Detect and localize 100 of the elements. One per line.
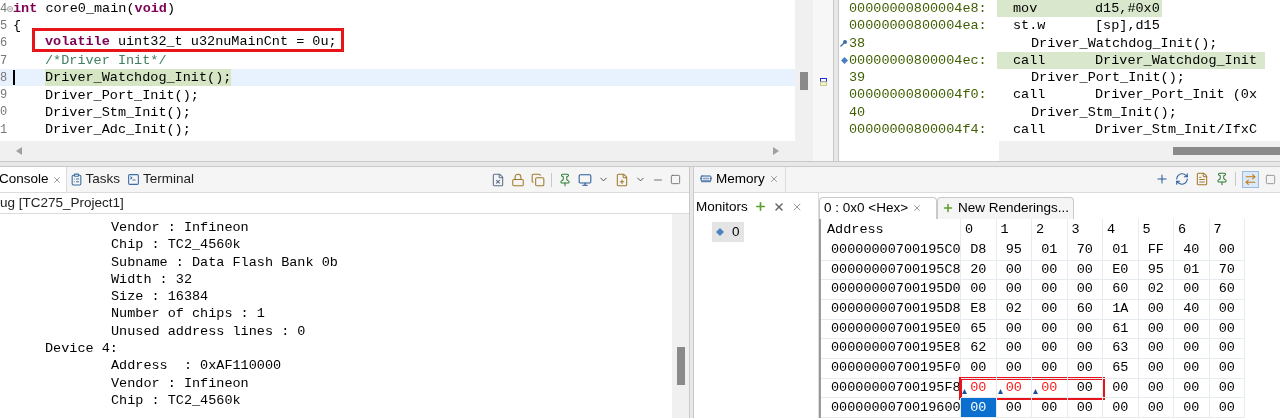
close-icon[interactable] bbox=[912, 203, 923, 214]
hex-cell[interactable]: 00 bbox=[1067, 358, 1103, 379]
hex-cell[interactable]: 1A bbox=[1103, 299, 1139, 320]
hex-cell[interactable]: 00 bbox=[1032, 398, 1068, 418]
clear-console-icon[interactable] bbox=[491, 172, 505, 187]
hex-cell[interactable]: 00 bbox=[996, 319, 1032, 340]
hex-cell[interactable]: E0 bbox=[1103, 260, 1139, 281]
new-console-icon[interactable] bbox=[615, 172, 629, 187]
hex-cell[interactable]: 00 bbox=[1209, 378, 1245, 399]
close-icon[interactable] bbox=[51, 174, 62, 185]
copy-icon[interactable] bbox=[531, 172, 545, 187]
add-icon[interactable] bbox=[753, 200, 767, 214]
hex-cell[interactable]: 60 bbox=[1209, 280, 1245, 300]
hex-cell[interactable]: 00 bbox=[961, 280, 997, 300]
hex-cell[interactable]: 00 bbox=[961, 398, 997, 418]
hex-cell[interactable]: 01 bbox=[1103, 240, 1139, 261]
hex-cell[interactable]: 00 bbox=[1103, 398, 1139, 418]
fold-icon[interactable] bbox=[7, 5, 13, 12]
hex-cell[interactable]: D8 bbox=[961, 240, 997, 261]
hex-cell[interactable]: 00 bbox=[1032, 358, 1068, 379]
hex-cell[interactable]: 00 bbox=[1032, 299, 1068, 320]
hex-cell[interactable]: 00 bbox=[1209, 358, 1245, 379]
hex-cell[interactable]: 00 bbox=[1032, 339, 1068, 359]
hex-cell[interactable]: 65 bbox=[961, 319, 997, 340]
horizontal-scrollbar[interactable] bbox=[0, 141, 795, 161]
maximize-icon[interactable] bbox=[670, 174, 681, 185]
scroll-left-icon[interactable] bbox=[16, 147, 22, 155]
view-tab[interactable]: Console bbox=[0, 167, 67, 192]
hex-cell[interactable]: 00 bbox=[961, 358, 997, 379]
hex-cell[interactable]: 95 bbox=[996, 240, 1032, 261]
hex-cell[interactable]: 00 bbox=[996, 358, 1032, 379]
rendering-tab[interactable]: 0 : 0x0 <Hex> bbox=[819, 196, 938, 219]
hex-cell[interactable]: 00 bbox=[1138, 339, 1174, 359]
hex-cell[interactable]: 00 bbox=[1067, 378, 1103, 399]
hex-cell[interactable]: 00 bbox=[1209, 339, 1245, 359]
overview-marker-icon[interactable] bbox=[819, 78, 827, 86]
horizontal-scrollbar[interactable] bbox=[999, 141, 1280, 161]
hex-cell[interactable]: 60 bbox=[1103, 280, 1139, 300]
hex-cell[interactable]: 00 bbox=[1209, 299, 1245, 320]
add-icon[interactable] bbox=[1155, 172, 1169, 187]
hex-cell[interactable]: 00 bbox=[1138, 299, 1174, 320]
hex-cell[interactable]: 70 bbox=[1209, 260, 1245, 281]
hex-cell[interactable]: 02 bbox=[996, 299, 1032, 320]
hex-cell[interactable]: 40 bbox=[1174, 299, 1210, 320]
hex-cell[interactable]: 20 bbox=[961, 260, 997, 281]
hex-cell[interactable]: FF bbox=[1138, 240, 1174, 261]
vertical-scrollbar[interactable] bbox=[672, 214, 689, 418]
scroll-right-icon[interactable] bbox=[773, 147, 779, 155]
hex-cell[interactable]: 00 bbox=[996, 339, 1032, 359]
hex-cell[interactable]: 00 bbox=[1103, 378, 1139, 399]
vertical-scrollbar[interactable] bbox=[795, 0, 813, 161]
hex-cell[interactable]: 60 bbox=[1067, 299, 1103, 320]
hex-cell[interactable]: 00 bbox=[1209, 319, 1245, 340]
hex-cell[interactable]: 00 bbox=[996, 378, 1032, 399]
hex-cell[interactable]: 00 bbox=[1032, 378, 1068, 399]
scroll-thumb[interactable] bbox=[800, 72, 808, 90]
pin-icon[interactable] bbox=[558, 172, 572, 187]
hex-cell[interactable]: 00 bbox=[1138, 358, 1174, 379]
hex-cell[interactable]: 95 bbox=[1138, 260, 1174, 281]
hex-cell[interactable]: 00 bbox=[1032, 280, 1068, 300]
hex-cell[interactable]: 00 bbox=[1174, 358, 1210, 379]
hex-cell[interactable]: 00 bbox=[1067, 398, 1103, 418]
hex-cell[interactable]: 01 bbox=[1174, 260, 1210, 281]
hex-cell[interactable]: 00 bbox=[1032, 319, 1068, 340]
monitor-item[interactable]: 0 bbox=[712, 221, 744, 242]
hex-cell[interactable]: 00 bbox=[1138, 398, 1174, 418]
hex-cell[interactable]: 00 bbox=[1174, 398, 1210, 418]
view-tab[interactable]: Tasks bbox=[66, 167, 125, 192]
hex-cell[interactable]: 00 bbox=[996, 280, 1032, 300]
hex-cell[interactable]: 00 bbox=[1174, 319, 1210, 340]
hex-cell[interactable]: 00 bbox=[1138, 378, 1174, 399]
hex-cell[interactable]: 02 bbox=[1138, 280, 1174, 300]
hex-cell[interactable]: 61 bbox=[1103, 319, 1139, 340]
close-icon[interactable] bbox=[768, 174, 779, 185]
hex-cell[interactable]: 63 bbox=[1103, 339, 1139, 359]
remove-icon[interactable] bbox=[772, 200, 785, 213]
hex-cell[interactable]: 00 bbox=[1174, 280, 1210, 300]
refresh-icon[interactable] bbox=[1175, 172, 1189, 187]
hex-cell[interactable]: 62 bbox=[961, 339, 997, 359]
hex-cell[interactable]: E8 bbox=[961, 299, 997, 320]
hex-cell[interactable]: 00 bbox=[1209, 398, 1245, 418]
document-icon[interactable] bbox=[1195, 172, 1209, 187]
hex-cell[interactable]: 00 bbox=[1067, 260, 1103, 281]
hex-cell[interactable]: 00 bbox=[1209, 240, 1245, 261]
hex-cell[interactable]: 00 bbox=[1032, 260, 1068, 281]
lock-icon[interactable] bbox=[511, 172, 525, 187]
hex-cell[interactable]: 65 bbox=[1103, 358, 1139, 379]
hex-cell[interactable]: 40 bbox=[1174, 240, 1210, 261]
view-tab[interactable]: Terminal bbox=[124, 167, 199, 192]
hex-cell[interactable]: 00 bbox=[1174, 378, 1210, 399]
hex-cell[interactable]: 01 bbox=[1032, 240, 1068, 261]
hex-cell[interactable]: 00 bbox=[1067, 339, 1103, 359]
hex-cell[interactable]: 00 bbox=[1067, 319, 1103, 340]
hex-cell[interactable]: 00 bbox=[996, 398, 1032, 418]
hex-cell[interactable]: 00 bbox=[1138, 319, 1174, 340]
hex-cell[interactable]: 00 bbox=[1067, 280, 1103, 300]
pin-icon[interactable] bbox=[1215, 172, 1229, 187]
rendering-tab[interactable]: New Renderings... bbox=[937, 196, 1075, 219]
hex-cell[interactable]: 00 bbox=[996, 260, 1032, 281]
hex-cell[interactable]: 00 bbox=[1174, 339, 1210, 359]
